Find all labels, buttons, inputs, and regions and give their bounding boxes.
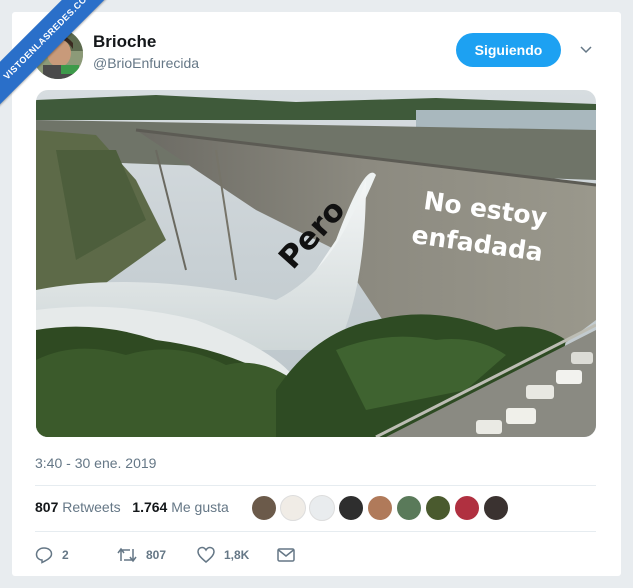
avatar[interactable]: [251, 495, 277, 521]
retweet-icon: [117, 547, 137, 563]
like-button[interactable]: 1,8K: [197, 544, 249, 566]
likes-stat[interactable]: 1.764 Me gusta: [132, 499, 229, 515]
avatar[interactable]: [338, 495, 364, 521]
retweets-count: 807: [35, 499, 59, 515]
user-handle[interactable]: @BrioEnfurecida: [93, 55, 199, 71]
chevron-down-icon[interactable]: [579, 43, 593, 57]
avatar[interactable]: [367, 495, 393, 521]
following-button[interactable]: Siguiendo: [456, 33, 561, 67]
likes-label: Me gusta: [171, 499, 229, 515]
avatar[interactable]: [483, 495, 509, 521]
retweets-stat[interactable]: 807 Retweets: [35, 499, 121, 515]
heart-icon: [197, 546, 215, 563]
reply-button[interactable]: 2: [35, 544, 69, 566]
timestamp[interactable]: 3:40 - 30 ene. 2019: [35, 455, 156, 471]
engagement-stats: 807 Retweets 1.764 Me gusta: [35, 499, 229, 515]
tweet-card: Brioche @BrioEnfurecida Siguiendo Pero N…: [12, 12, 621, 576]
retweet-count: 807: [146, 548, 167, 562]
avatar[interactable]: [425, 495, 451, 521]
tweet-photo[interactable]: Pero No estoy enfadada: [36, 90, 596, 437]
mail-icon: [277, 548, 295, 562]
display-name[interactable]: Brioche: [93, 32, 156, 52]
avatar[interactable]: [280, 495, 306, 521]
divider: [35, 485, 596, 486]
reply-icon: [35, 547, 53, 564]
like-count: 1,8K: [224, 548, 250, 562]
avatar[interactable]: [309, 495, 335, 521]
likes-count: 1.764: [132, 499, 168, 515]
retweet-button[interactable]: 807: [117, 544, 166, 566]
divider: [35, 531, 596, 532]
avatar[interactable]: [396, 495, 422, 521]
direct-message-button[interactable]: [277, 544, 304, 566]
dam-image: [36, 90, 596, 437]
retweets-label: Retweets: [62, 499, 121, 515]
reply-count: 2: [62, 548, 69, 562]
tweet-actions: 2 807 1,8K: [35, 544, 335, 566]
avatar[interactable]: [454, 495, 480, 521]
